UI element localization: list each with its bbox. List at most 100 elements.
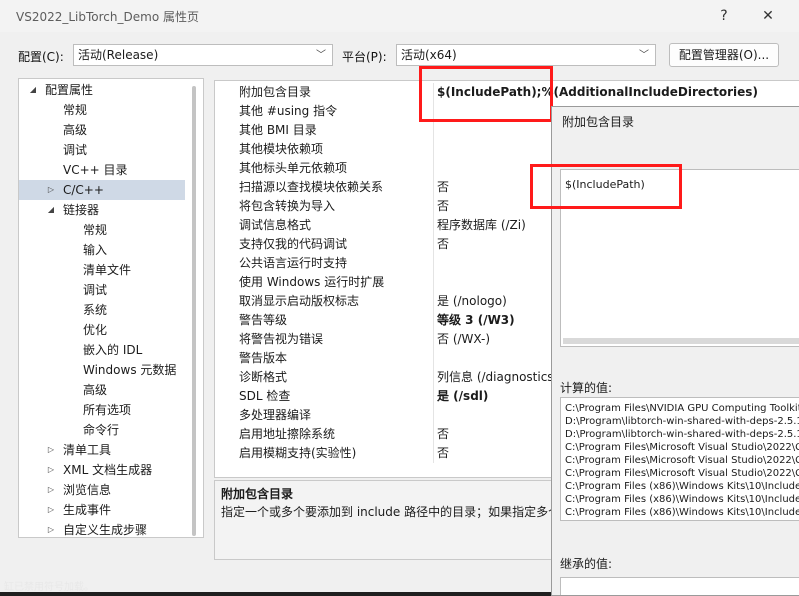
column-divider bbox=[433, 425, 434, 444]
highlight-box bbox=[530, 164, 682, 209]
column-divider bbox=[433, 406, 434, 425]
tree-item[interactable]: ▷ 生成事件 bbox=[19, 500, 185, 520]
tree-item-label: 命令行 bbox=[83, 423, 120, 437]
tree-item[interactable]: 高级 bbox=[19, 120, 185, 140]
tree-item[interactable]: ▷ 浏览信息 bbox=[19, 480, 185, 500]
platform-label: 平台(P): bbox=[342, 50, 387, 64]
column-divider bbox=[433, 368, 434, 387]
tree-item-label: VC++ 目录 bbox=[63, 163, 128, 177]
platform-value: 活动(x64) bbox=[401, 48, 457, 62]
expand-icon[interactable]: ▷ bbox=[45, 180, 57, 200]
expand-icon[interactable]: ▷ bbox=[45, 480, 57, 500]
close-icon[interactable]: ✕ bbox=[748, 5, 788, 27]
column-divider bbox=[433, 273, 434, 292]
tree-item-label: 调试 bbox=[83, 283, 108, 297]
computed-value-line: C:\Program Files\NVIDIA GPU Computing To… bbox=[565, 403, 799, 414]
tree-item-label: 系统 bbox=[83, 303, 108, 317]
column-divider bbox=[433, 197, 434, 216]
property-name: 将警告视为错误 bbox=[239, 332, 324, 346]
tree-item-label: C/C++ bbox=[63, 183, 104, 197]
tree-item[interactable]: 清单文件 bbox=[19, 260, 185, 280]
column-divider bbox=[433, 311, 434, 330]
column-divider bbox=[433, 216, 434, 235]
tree-item[interactable]: 高级 bbox=[19, 380, 185, 400]
tree-item[interactable]: 优化 bbox=[19, 320, 185, 340]
inherited-values-label: 继承的值: bbox=[560, 557, 613, 571]
tree-item[interactable]: 常规 bbox=[19, 220, 185, 240]
collapse-icon[interactable]: ◢ bbox=[27, 80, 39, 100]
config-manager-button[interactable]: 配置管理器(O)... bbox=[669, 43, 779, 67]
property-name: 其他标头单元依赖项 bbox=[239, 161, 348, 175]
tree-item-label: 常规 bbox=[63, 103, 88, 117]
tree-item[interactable]: 常规 bbox=[19, 100, 185, 120]
tree-scrollbar[interactable] bbox=[192, 86, 196, 536]
expand-icon[interactable]: ▷ bbox=[45, 460, 57, 480]
tree-item-label: 嵌入的 IDL bbox=[83, 343, 143, 357]
tree-item-label: 高级 bbox=[83, 383, 108, 397]
tree-item[interactable]: 所有选项 bbox=[19, 400, 185, 420]
expand-icon[interactable]: ▷ bbox=[45, 520, 57, 537]
chevron-down-icon: ﹀ bbox=[316, 50, 326, 61]
computed-value-line: C:\Program Files (x86)\Windows Kits\10\I… bbox=[565, 481, 799, 492]
property-name: 将包含转换为导入 bbox=[239, 199, 336, 213]
tree-item[interactable]: 嵌入的 IDL bbox=[19, 340, 185, 360]
tree-item[interactable]: Windows 元数据 bbox=[19, 360, 185, 380]
tree-item-label: XML 文档生成器 bbox=[63, 463, 153, 477]
tree-item[interactable]: ◢ 配置属性 bbox=[19, 80, 185, 100]
inherited-values-list bbox=[560, 577, 799, 595]
tree-item[interactable]: VC++ 目录 bbox=[19, 160, 185, 180]
tree-item[interactable]: ▷ XML 文档生成器 bbox=[19, 460, 185, 480]
tree-item[interactable]: ▷ 清单工具 bbox=[19, 440, 185, 460]
property-name: 多处理器编译 bbox=[239, 408, 312, 422]
tree-item[interactable]: 命令行 bbox=[19, 420, 185, 440]
tree-item-label: 生成事件 bbox=[63, 503, 112, 517]
chevron-down-icon: ﹀ bbox=[639, 50, 649, 61]
column-divider bbox=[433, 254, 434, 273]
tree-item-label: 输入 bbox=[83, 243, 108, 257]
computed-value-line: C:\Program Files\Microsoft Visual Studio… bbox=[565, 455, 799, 466]
tree-item[interactable]: 调试 bbox=[19, 280, 185, 300]
computed-values-label: 计算的值: bbox=[560, 381, 613, 395]
tree-item-label: 优化 bbox=[83, 323, 108, 337]
horizontal-scrollbar[interactable] bbox=[563, 338, 799, 344]
column-divider bbox=[433, 292, 434, 311]
column-divider bbox=[433, 121, 434, 140]
column-divider bbox=[433, 349, 434, 368]
property-name: 取消显示启动版权标志 bbox=[239, 294, 360, 308]
property-name: 警告等级 bbox=[239, 313, 288, 327]
computed-value-line: C:\Program Files (x86)\Windows Kits\10\I… bbox=[565, 494, 799, 505]
tree-item-label: 浏览信息 bbox=[63, 483, 112, 497]
computed-value-line: C:\Program Files\Microsoft Visual Studio… bbox=[565, 442, 799, 453]
property-name: 诊断格式 bbox=[239, 370, 288, 384]
column-divider bbox=[433, 178, 434, 197]
expand-icon[interactable]: ▷ bbox=[45, 500, 57, 520]
column-divider bbox=[433, 235, 434, 254]
column-divider bbox=[433, 140, 434, 159]
config-select[interactable]: 活动(Release) ﹀ bbox=[73, 44, 333, 66]
tree-item-label: 链接器 bbox=[63, 203, 100, 217]
property-name: 启用模糊支持(实验性) bbox=[239, 446, 357, 460]
column-divider bbox=[433, 444, 434, 463]
property-name: 使用 Windows 运行时扩展 bbox=[239, 275, 385, 289]
title-bar: VS2022_LibTorch_Demo 属性页 ? ✕ bbox=[0, 0, 799, 32]
collapse-icon[interactable]: ◢ bbox=[45, 200, 57, 220]
tree-item-label: 清单文件 bbox=[83, 263, 132, 277]
tree-item[interactable]: 输入 bbox=[19, 240, 185, 260]
tree-item-label: 清单工具 bbox=[63, 443, 112, 457]
config-value: 活动(Release) bbox=[78, 48, 159, 62]
computed-value-line: D:\Program\libtorch-win-shared-with-deps… bbox=[565, 416, 799, 427]
property-name: 附加包含目录 bbox=[239, 85, 312, 99]
tree-item[interactable]: ▷ C/C++ bbox=[19, 180, 185, 200]
property-name: 扫描源以查找模块依赖关系 bbox=[239, 180, 384, 194]
tree-item[interactable]: 系统 bbox=[19, 300, 185, 320]
expand-icon[interactable]: ▷ bbox=[45, 440, 57, 460]
help-button[interactable]: ? bbox=[704, 5, 744, 27]
description-text: 指定一个或多个要添加到 include 路径中的目录；如果指定多个 bbox=[221, 505, 561, 519]
tree-item-label: 所有选项 bbox=[83, 403, 132, 417]
tree-item[interactable]: ▷ 自定义生成步骤 bbox=[19, 520, 185, 537]
tree-item[interactable]: ◢ 链接器 bbox=[19, 200, 185, 220]
property-name: 启用地址擦除系统 bbox=[239, 427, 336, 441]
tree-item[interactable]: 调试 bbox=[19, 140, 185, 160]
tree-item-label: 高级 bbox=[63, 123, 88, 137]
platform-select[interactable]: 活动(x64) ﹀ bbox=[396, 44, 656, 66]
